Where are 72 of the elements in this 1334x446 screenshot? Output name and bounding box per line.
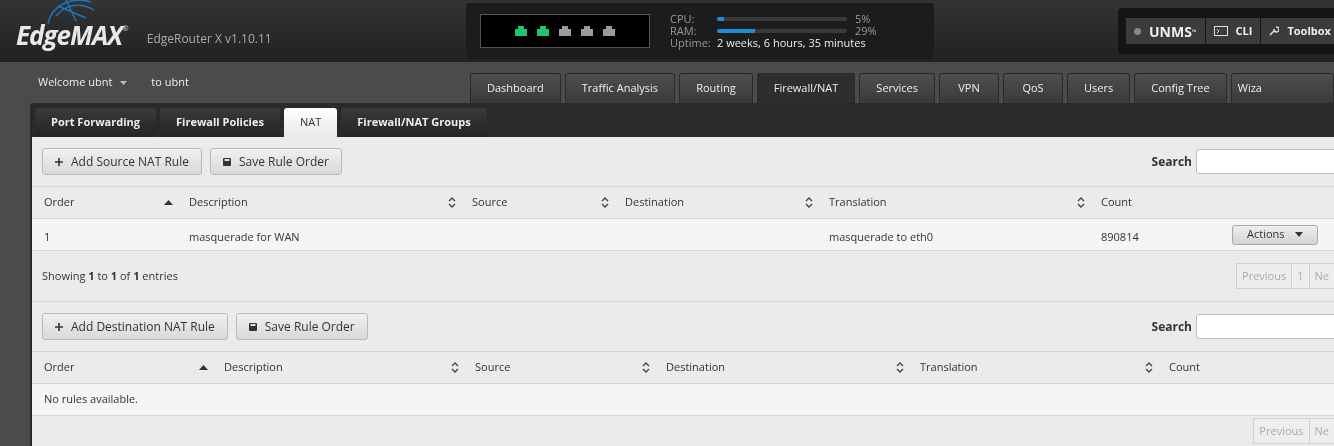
save-icon [248,322,257,331]
nav-tab[interactable]: Services [859,73,936,103]
nav-tab[interactable]: Traffic Analysis [564,73,676,103]
search-field[interactable] [1196,149,1334,174]
entries-info: Showing 1 to 1 of 1 entries [42,267,178,285]
sort-icon[interactable] [896,362,904,373]
search-label: Search [1151,152,1192,171]
uptime-label: Uptime: [670,37,712,49]
save-order-button[interactable]: Save Rule Order [235,313,368,340]
meter-reading: 5% [855,13,871,25]
column-header[interactable]: Count [1169,359,1333,376]
toolbox-button[interactable]: Toolbox [1261,18,1334,44]
sort-icon[interactable] [1145,362,1153,373]
column-header[interactable]: Description [224,359,451,376]
nav-tab[interactable]: Firewall/NAT [756,73,856,103]
nav-tab[interactable]: VPN [939,73,1000,103]
cli-button[interactable]: CLI [1205,18,1261,44]
sort-ascending-icon[interactable] [199,365,208,370]
sort-icon[interactable] [1077,197,1085,208]
column-header[interactable]: Description [189,194,448,211]
caret-icon [1294,232,1303,237]
column-header[interactable]: Destination [666,359,896,376]
search-field[interactable] [1196,314,1334,339]
meter-label: CPU: [670,13,696,25]
nav-tab[interactable]: Dashboard [470,73,561,103]
globe-logo-icon [46,0,96,26]
device-model: EdgeRouter X v1.10.11 [146,30,272,48]
column-header[interactable]: Translation [920,359,1145,376]
add-rule-button[interactable]: Add Source NAT Rule [42,148,202,175]
user-menu[interactable]: Welcome ubnt [38,74,128,91]
uptime-value: 2 weeks, 6 hours, 35 minutes [717,37,866,49]
save-order-button[interactable]: Save Rule Order [209,148,342,175]
unms-button[interactable]: UNMS$^{™}$ [1126,18,1205,44]
table-cell: masquerade to eth0 [829,228,934,244]
add-rule-button[interactable]: Add Destination NAT Rule [42,313,228,340]
plus-icon [55,157,63,166]
column-header[interactable]: Count [1101,194,1216,211]
nav-tab[interactable]: Wiza [1230,73,1334,103]
user-label: to ubnt [151,74,189,91]
nav-tab[interactable]: Routing [679,73,753,103]
sub-tab[interactable]: Port Forwarding [35,108,156,137]
meter-reading: 29% [855,25,877,37]
table-cell: 890814 [1101,228,1139,244]
empty-message: No rules available. [44,391,138,408]
sort-ascending-icon[interactable] [164,200,173,205]
column-header[interactable]: Source [472,194,601,211]
wrench-icon [1269,26,1280,36]
sub-tab[interactable]: NAT [283,108,338,137]
search-label: Search [1151,317,1192,336]
plus-icon [55,322,63,331]
sort-icon[interactable] [805,197,813,208]
column-header[interactable]: Source [475,359,642,376]
table-cell: masquerade for WAN [189,228,300,244]
column-header[interactable]: Destination [625,194,805,211]
meter-label: RAM: [670,25,698,37]
column-header[interactable]: Translation [829,194,1077,211]
nav-tab[interactable]: QoS [1003,73,1064,103]
nav-tab[interactable]: Config Tree [1134,73,1227,103]
column-header[interactable]: Order [44,359,199,376]
sub-tab[interactable]: Firewall Policies [160,108,280,137]
sub-tab[interactable]: Firewall/NAT Groups [341,108,487,137]
actions-dropdown[interactable]: Actions [1232,224,1318,245]
column-header[interactable]: Order [44,194,164,211]
sort-icon[interactable] [642,362,650,373]
table-cell: 1 [44,228,51,244]
save-icon [222,157,231,166]
sort-icon[interactable] [448,197,456,208]
terminal-icon [1213,26,1228,36]
sort-icon[interactable] [601,197,609,208]
nav-tab[interactable]: Users [1067,73,1131,103]
sort-icon[interactable] [451,362,459,373]
caret-icon [120,80,128,85]
